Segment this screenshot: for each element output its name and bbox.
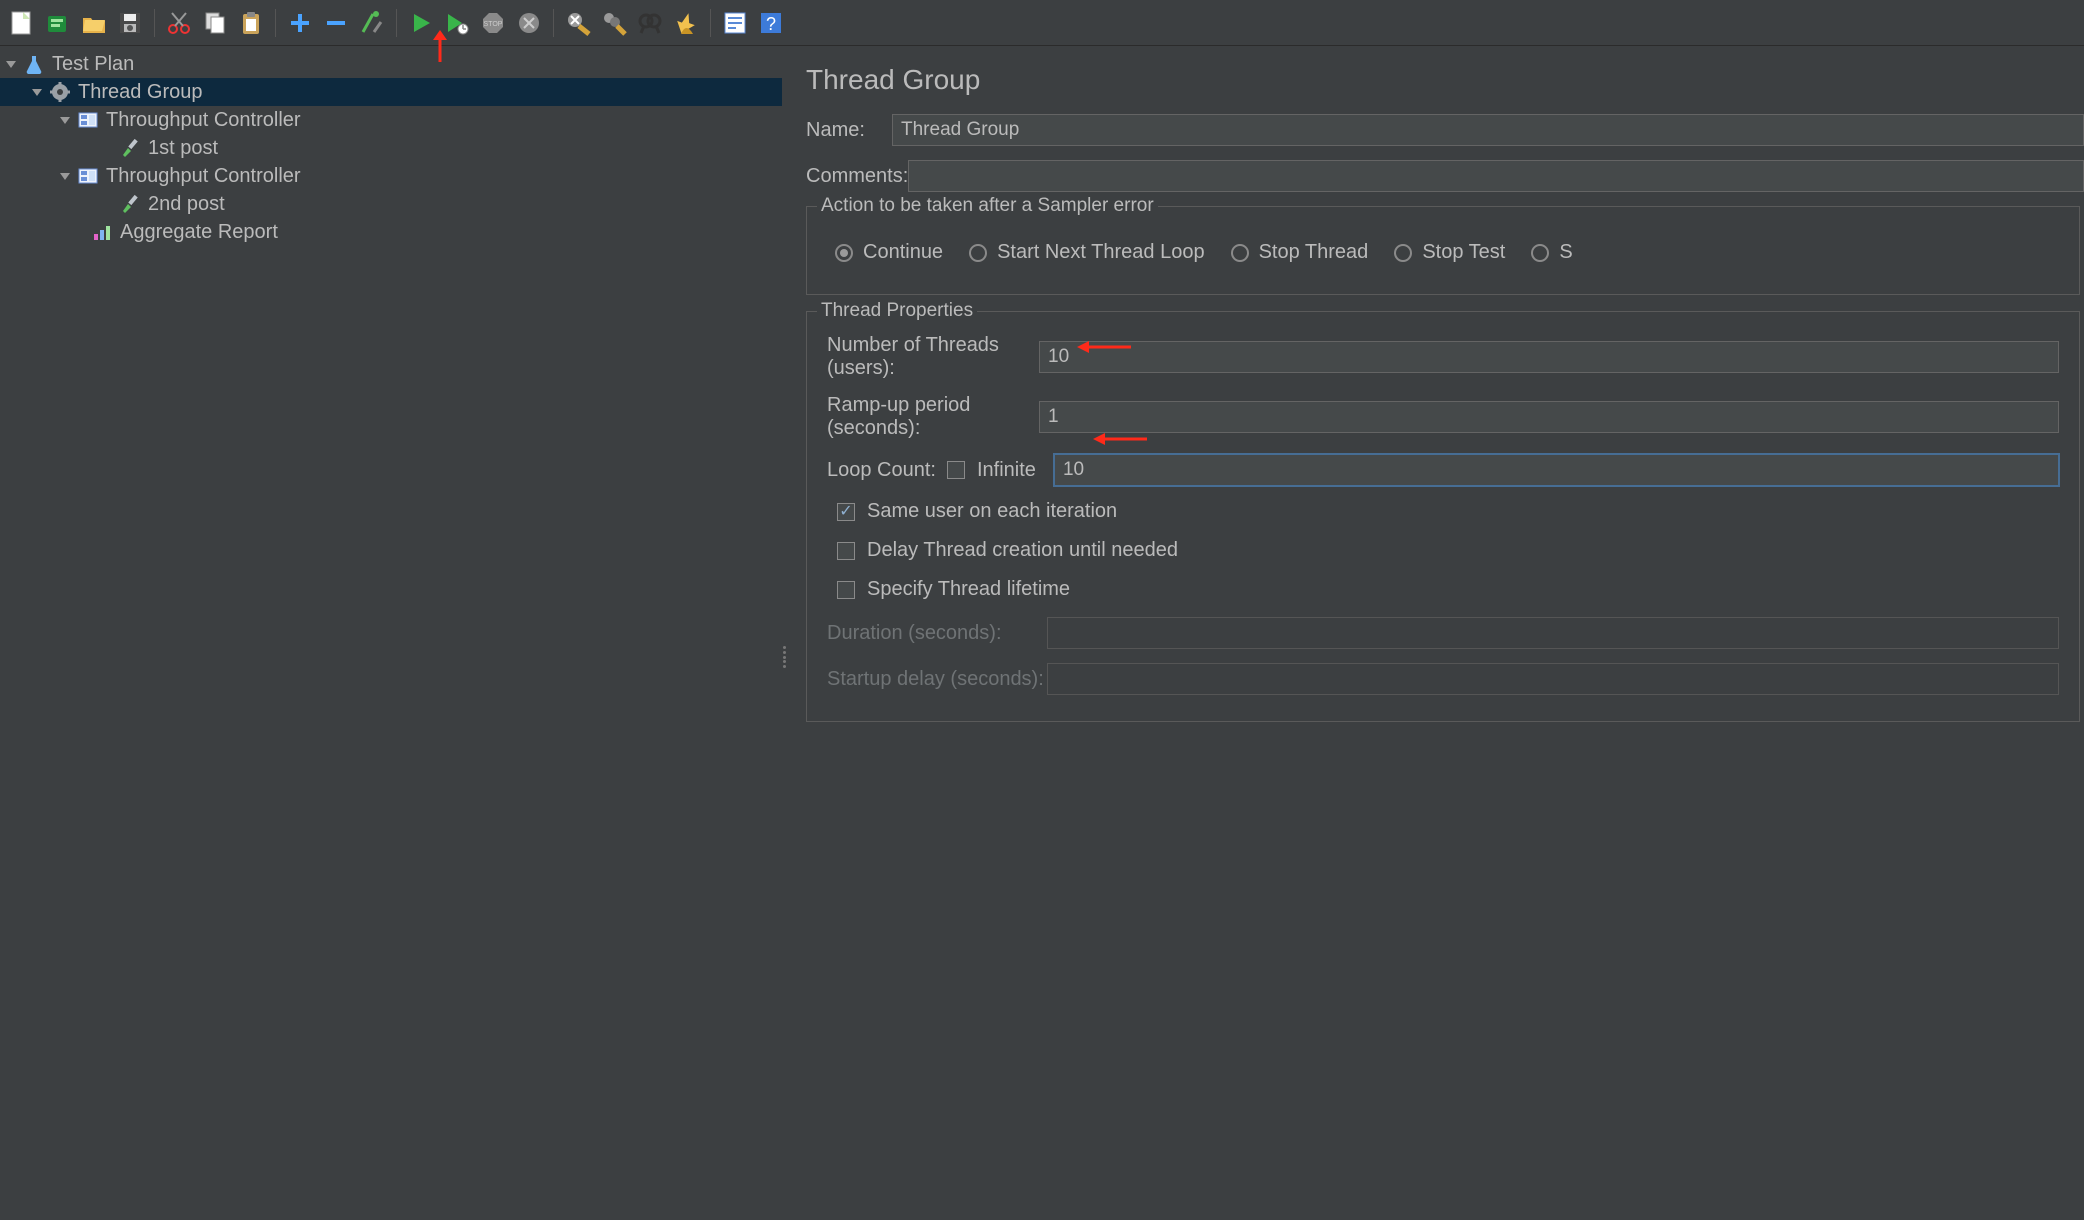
svg-text:?: ? <box>766 14 776 34</box>
reset-search-icon[interactable] <box>670 7 702 39</box>
name-input[interactable] <box>892 114 2084 146</box>
radio-label: Start Next Thread Loop <box>997 241 1205 264</box>
radio-label: S <box>1559 241 1572 264</box>
radio-icon <box>1531 244 1549 262</box>
toggle-icon[interactable] <box>356 7 388 39</box>
same-user-checkbox-row[interactable]: Same user on each iteration <box>837 500 2059 523</box>
tree-item-test-plan[interactable]: Test Plan <box>0 50 782 78</box>
radio-icon <box>1231 244 1249 262</box>
checkbox-label: Specify Thread lifetime <box>867 578 1070 601</box>
startup-delay-input <box>1047 663 2059 695</box>
infinite-label: Infinite <box>977 459 1036 482</box>
radio-stop-test-now[interactable]: S <box>1531 241 1572 264</box>
function-helper-icon[interactable] <box>719 7 751 39</box>
start-no-pauses-icon[interactable] <box>441 7 473 39</box>
toolbar-separator <box>553 9 554 37</box>
search-icon[interactable] <box>634 7 666 39</box>
radio-stop-test[interactable]: Stop Test <box>1394 241 1505 264</box>
cut-icon[interactable] <box>163 7 195 39</box>
name-label: Name: <box>806 119 892 142</box>
startup-delay-label: Startup delay (seconds): <box>827 668 1047 691</box>
tree-label: Test Plan <box>52 53 134 76</box>
radio-label: Stop Test <box>1422 241 1505 264</box>
toolbar-separator <box>154 9 155 37</box>
clear-icon[interactable] <box>562 7 594 39</box>
checkbox-label: Same user on each iteration <box>867 500 1117 523</box>
rampup-input[interactable] <box>1039 401 2059 433</box>
tree-label: 1st post <box>148 137 218 160</box>
sampler-icon <box>120 138 140 158</box>
report-icon <box>92 222 112 242</box>
tree-item-throughput-controller-1[interactable]: Throughput Controller <box>0 106 782 134</box>
save-icon[interactable] <box>114 7 146 39</box>
tree-panel[interactable]: Test Plan Thread Group Throughput Contro… <box>0 46 782 1220</box>
infinite-checkbox[interactable] <box>947 461 965 479</box>
thread-properties-fieldset: Thread Properties Number of Threads (use… <box>806 311 2080 722</box>
shutdown-icon[interactable] <box>513 7 545 39</box>
toolbar-separator <box>710 9 711 37</box>
svg-text:STOP: STOP <box>484 21 503 28</box>
checkbox-label: Delay Thread creation until needed <box>867 539 1178 562</box>
splitter[interactable] <box>782 46 788 1220</box>
help-icon[interactable]: ? <box>755 7 787 39</box>
loop-count-label: Loop Count: <box>827 459 947 482</box>
tree-item-2nd-post[interactable]: 2nd post <box>0 190 782 218</box>
tree-item-thread-group[interactable]: Thread Group <box>0 78 782 106</box>
delay-thread-checkbox[interactable] <box>837 542 855 560</box>
paste-icon[interactable] <box>235 7 267 39</box>
gear-icon <box>50 82 70 102</box>
radio-icon <box>969 244 987 262</box>
tree-item-1st-post[interactable]: 1st post <box>0 134 782 162</box>
delay-thread-checkbox-row[interactable]: Delay Thread creation until needed <box>837 539 2059 562</box>
radio-start-next-loop[interactable]: Start Next Thread Loop <box>969 241 1205 264</box>
tree-item-throughput-controller-2[interactable]: Throughput Controller <box>0 162 782 190</box>
panel-title: Thread Group <box>806 64 2084 96</box>
comments-input[interactable] <box>908 160 2084 192</box>
open-icon[interactable] <box>78 7 110 39</box>
tree-label: Thread Group <box>78 81 203 104</box>
start-icon[interactable] <box>405 7 437 39</box>
radio-stop-thread[interactable]: Stop Thread <box>1231 241 1369 264</box>
sampler-error-fieldset: Action to be taken after a Sampler error… <box>806 206 2080 295</box>
radio-icon <box>1394 244 1412 262</box>
tree-label: Throughput Controller <box>106 165 301 188</box>
tree-label: Aggregate Report <box>120 221 278 244</box>
radio-icon <box>835 244 853 262</box>
thread-properties-legend: Thread Properties <box>817 300 977 322</box>
copy-icon[interactable] <box>199 7 231 39</box>
controller-icon <box>78 166 98 186</box>
flask-icon <box>24 54 44 74</box>
stop-icon[interactable]: STOP <box>477 7 509 39</box>
threads-input[interactable] <box>1039 341 2059 373</box>
specify-lifetime-checkbox-row[interactable]: Specify Thread lifetime <box>837 578 2059 601</box>
threads-label: Number of Threads (users): <box>827 334 1039 380</box>
toolbar: STOP ? <box>0 0 2084 46</box>
toolbar-separator <box>396 9 397 37</box>
specify-lifetime-checkbox[interactable] <box>837 581 855 599</box>
tree-item-aggregate-report[interactable]: Aggregate Report <box>0 218 782 246</box>
toolbar-separator <box>275 9 276 37</box>
comments-label: Comments: <box>806 165 908 188</box>
expand-icon[interactable] <box>284 7 316 39</box>
duration-input <box>1047 617 2059 649</box>
radio-label: Stop Thread <box>1259 241 1369 264</box>
same-user-checkbox[interactable] <box>837 503 855 521</box>
radio-continue[interactable]: Continue <box>835 241 943 264</box>
tree-label: Throughput Controller <box>106 109 301 132</box>
tree-label: 2nd post <box>148 193 225 216</box>
details-panel: Thread Group Name: Comments: Action to b… <box>788 46 2084 1220</box>
clear-all-icon[interactable] <box>598 7 630 39</box>
sampler-error-legend: Action to be taken after a Sampler error <box>817 195 1158 217</box>
duration-label: Duration (seconds): <box>827 622 1047 645</box>
sampler-icon <box>120 194 140 214</box>
radio-label: Continue <box>863 241 943 264</box>
loop-count-input[interactable] <box>1054 454 2059 486</box>
templates-icon[interactable] <box>42 7 74 39</box>
controller-icon <box>78 110 98 130</box>
rampup-label: Ramp-up period (seconds): <box>827 394 1039 440</box>
new-icon[interactable] <box>6 7 38 39</box>
collapse-icon[interactable] <box>320 7 352 39</box>
